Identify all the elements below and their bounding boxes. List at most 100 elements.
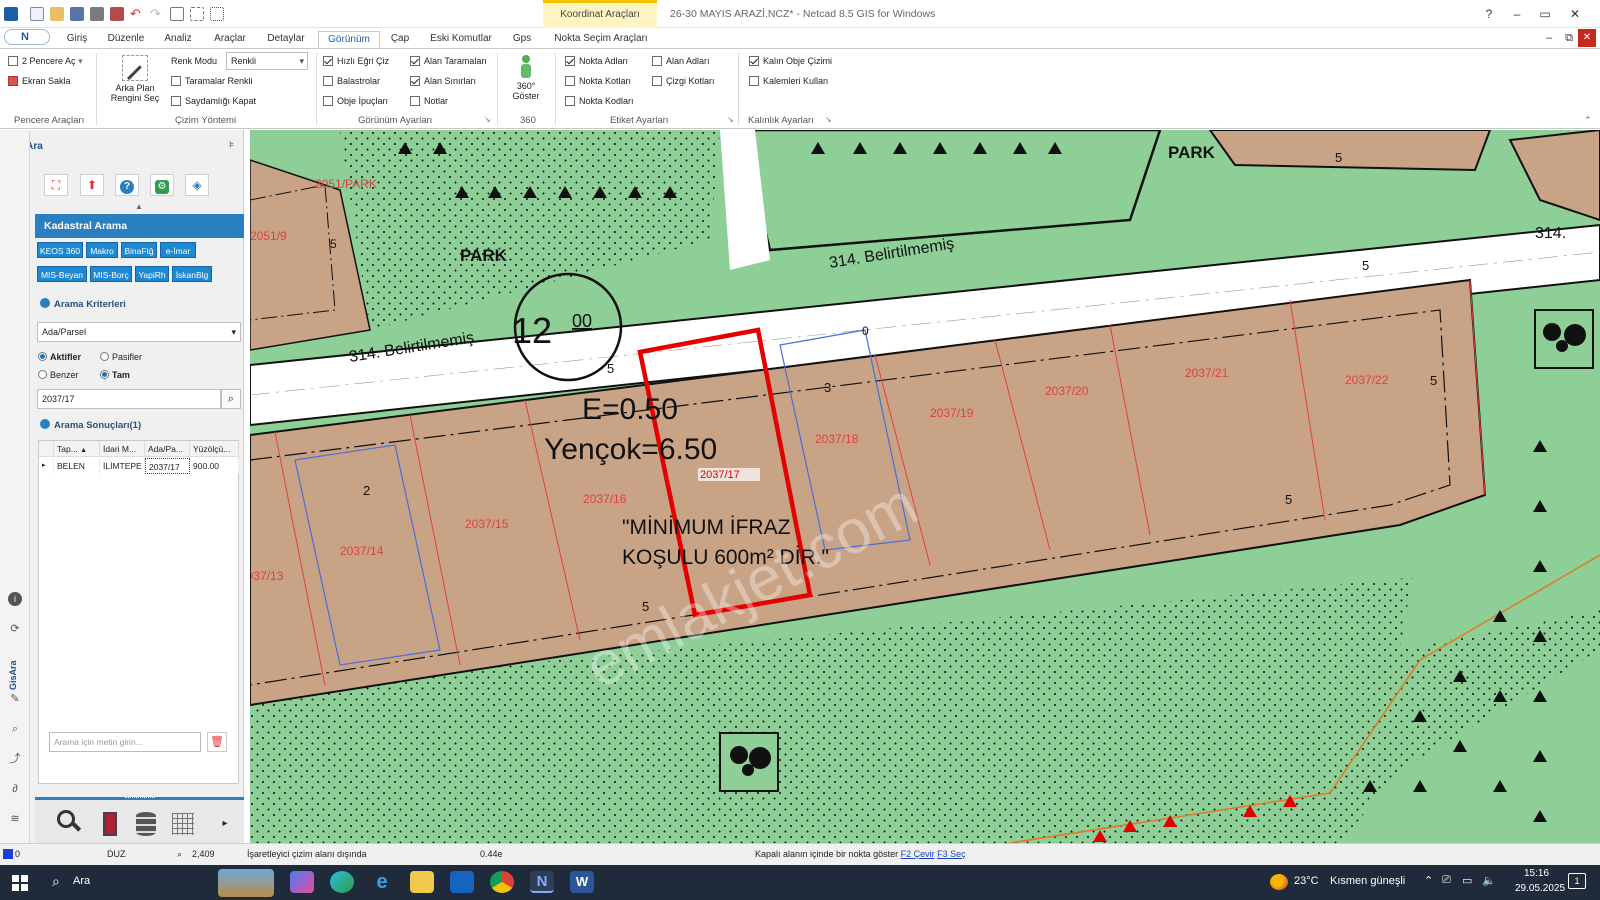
signature-icon[interactable]: ∂: [8, 782, 22, 796]
dialog-launcher-icon[interactable]: ↘: [727, 115, 734, 124]
display-icon[interactable]: ▭: [1462, 874, 1472, 887]
transparency-checkbox[interactable]: Saydamlığı Kapat: [171, 95, 256, 109]
export-icon[interactable]: [110, 7, 124, 21]
app-menu-button[interactable]: N: [4, 29, 50, 45]
tab-giris[interactable]: Giriş: [62, 31, 92, 49]
e-imar-button[interactable]: e-İmar: [160, 242, 196, 258]
volume-icon[interactable]: 🔈: [1482, 874, 1496, 887]
bg-color-button[interactable]: Arka Plan Rengini Seç: [108, 55, 162, 111]
edit-icon[interactable]: ✎: [8, 692, 22, 706]
layers-stack-icon[interactable]: ◈: [185, 174, 209, 196]
keos360-button[interactable]: KEOS 360: [37, 242, 83, 258]
tab-eski-komutlar[interactable]: Eski Komutlar: [425, 31, 497, 49]
radio-similar[interactable]: Benzer: [38, 369, 79, 381]
tab-nokta-secim[interactable]: Nokta Seçim Araçları: [549, 31, 653, 49]
iskanblg-button[interactable]: İskanBlg: [172, 266, 212, 282]
grid-view-icon[interactable]: [170, 7, 184, 21]
weather-icon[interactable]: [1270, 874, 1288, 890]
zoom-search-icon[interactable]: [57, 810, 85, 838]
grid-map-icon[interactable]: [169, 810, 197, 838]
tab-cap[interactable]: Çap: [385, 31, 415, 49]
yapirh-button[interactable]: YapiRh: [135, 266, 169, 282]
marker-pin-icon[interactable]: ⬆: [80, 174, 104, 196]
fast-curve-checkbox[interactable]: Hızlı Eğri Çiz: [323, 55, 389, 69]
route-icon[interactable]: ⤴: [8, 752, 22, 766]
taskbar-search-label[interactable]: Ara: [73, 875, 90, 887]
tab-gps[interactable]: Gps: [507, 31, 537, 49]
draw-mode[interactable]: DUZ: [107, 849, 126, 859]
layer-color-swatch[interactable]: [3, 849, 13, 859]
point-elev-checkbox[interactable]: Nokta Kotları: [565, 75, 631, 89]
binaftg-button[interactable]: BinaFtğ: [121, 242, 157, 258]
more-chevron-icon[interactable]: ▸: [211, 810, 239, 838]
pin-icon[interactable]: ⊧: [229, 140, 234, 151]
undo-icon[interactable]: ↶: [130, 7, 144, 21]
new-file-icon[interactable]: [30, 7, 44, 21]
select-frame-icon[interactable]: [190, 7, 204, 21]
minimize-button[interactable]: –: [1504, 5, 1530, 23]
word-icon[interactable]: W: [570, 871, 594, 893]
two-window-button[interactable]: 2 Pencere Aç ▾: [8, 55, 83, 69]
copilot-icon[interactable]: [290, 871, 314, 893]
tab-araclar[interactable]: Araçlar: [210, 31, 250, 49]
area-bounds-checkbox[interactable]: Alan Sınırları: [410, 75, 476, 89]
strip-tab-gisara[interactable]: GisAra: [8, 650, 22, 690]
settings-gear-icon[interactable]: ⚙: [150, 174, 174, 196]
dialog-launcher-icon[interactable]: ↘: [825, 115, 832, 124]
f3-select-link[interactable]: F3 Seç: [937, 849, 966, 859]
clock-time[interactable]: 15:16: [1524, 868, 1549, 879]
ballast-checkbox[interactable]: Balastrolar: [323, 75, 380, 89]
widget-landscape-icon[interactable]: [218, 869, 274, 897]
upper-parcel[interactable]: [1208, 130, 1492, 172]
point-names-checkbox[interactable]: Nokta Adları: [565, 55, 628, 69]
show-360-button[interactable]: 360° Göster: [506, 55, 546, 111]
windows-start-icon[interactable]: [12, 875, 28, 891]
print-icon[interactable]: [90, 7, 104, 21]
layers-icon[interactable]: ≋: [8, 812, 22, 826]
column-header-tapu[interactable]: Tap... ▲: [54, 441, 100, 457]
column-header-idari[interactable]: İdari M...: [100, 441, 145, 457]
splitter-handle[interactable]: [125, 797, 155, 800]
use-pens-checkbox[interactable]: Kalemleri Kullan: [749, 75, 828, 89]
hatch-colored-checkbox[interactable]: Taramalar Renkli: [171, 75, 253, 89]
context-tab-coordinate-tools[interactable]: Koordinat Araçları: [543, 0, 657, 28]
tab-duzenle[interactable]: Düzenle: [104, 31, 148, 49]
search-criteria-header[interactable]: Arama Kriterleri: [40, 298, 126, 310]
tab-gorunum[interactable]: Görünüm: [318, 31, 380, 49]
row-expand-icon[interactable]: ▸: [39, 458, 54, 474]
open-folder-icon[interactable]: [50, 7, 64, 21]
column-header-yuzolcum[interactable]: Yüzölçü...: [190, 441, 239, 457]
makro-button[interactable]: Makro: [86, 242, 118, 258]
taskbar-search-icon[interactable]: ⌕: [52, 873, 60, 890]
thick-object-checkbox[interactable]: Kalın Obje Çizimi: [749, 55, 832, 69]
column-header-ada-parsel[interactable]: Ada/Pa...: [145, 441, 190, 457]
map-canvas[interactable]: 314. Belirtilmemiş 314. Belirtilmemiş 31…: [250, 130, 1600, 843]
close-button[interactable]: ✕: [1562, 5, 1588, 23]
help-icon[interactable]: ?: [115, 174, 139, 196]
radio-passive[interactable]: Pasifler: [100, 351, 142, 363]
area-hatch-checkbox[interactable]: Alan Taramaları: [410, 55, 487, 69]
radio-exact[interactable]: Tam: [100, 369, 130, 381]
tab-detaylar[interactable]: Detaylar: [263, 31, 309, 49]
cadastral-map[interactable]: 314. Belirtilmemiş 314. Belirtilmemiş 31…: [250, 130, 1600, 843]
redo-icon[interactable]: ↷: [150, 7, 164, 21]
collapse-ribbon-icon[interactable]: ⌃: [1584, 115, 1592, 126]
chrome-icon[interactable]: [490, 871, 514, 893]
search-results-header[interactable]: Arama Sonuçları(1): [40, 419, 141, 431]
search-go-button[interactable]: ⌕: [221, 389, 241, 409]
info-icon[interactable]: i: [8, 592, 22, 606]
notes-checkbox[interactable]: Notlar: [410, 95, 448, 109]
clock-date[interactable]: 29.05.2025: [1515, 883, 1565, 894]
netcad-taskbar-icon[interactable]: N: [530, 871, 554, 893]
mis-borc-button[interactable]: MIS-Borç: [90, 266, 132, 282]
query-input[interactable]: 2037/17: [37, 389, 221, 409]
tab-analiz[interactable]: Analiz: [160, 31, 196, 49]
search-icon[interactable]: ⌕: [8, 722, 22, 736]
layer-value[interactable]: 0: [15, 849, 20, 859]
door-exit-icon[interactable]: [97, 810, 125, 838]
file-explorer-icon[interactable]: [410, 871, 434, 893]
mis-beyan-button[interactable]: MIS-Beyan: [37, 266, 87, 282]
filter-input[interactable]: Arama için metin girin...: [49, 732, 201, 752]
dialog-launcher-icon[interactable]: ↘: [484, 115, 491, 124]
weather-desc[interactable]: Kısmen güneşli: [1330, 875, 1405, 887]
